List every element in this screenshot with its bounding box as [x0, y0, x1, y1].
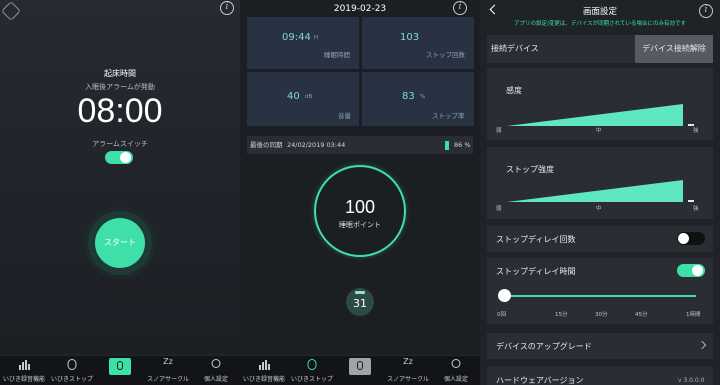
user-icon [451, 359, 461, 368]
hardware-row: ハードウェアバージョン v 3.0.0.0 [487, 366, 713, 385]
microphone-icon [349, 358, 371, 375]
nav-snore-stop[interactable]: いびきストップ [48, 356, 96, 385]
delay-time-label: ストップディレイ時間 [496, 267, 576, 276]
upgrade-label: デバイスのアップグレード [496, 342, 592, 351]
alarm-screen: i 起床時間 入眠後アラームが発動 08:00 アラームスイッチ スタート いび… [0, 0, 240, 385]
report-screen: 2019-02-23 i 09:44 H 睡眠時間 103 ストップ回数 40 … [240, 0, 480, 385]
user-icon [211, 359, 221, 368]
score-label: 睡眠ポイント [339, 221, 381, 229]
alarm-note: 入眠後アラームが発動 [85, 83, 155, 91]
settings-title: 画面設定 [582, 7, 617, 17]
start-button[interactable]: スタート [95, 218, 145, 268]
disconnect-button[interactable]: デバイス接続解除 [635, 35, 713, 63]
delay-time-toggle[interactable] [677, 264, 705, 277]
nav-settings[interactable]: 個人設定 [432, 356, 480, 385]
calendar-day-button[interactable]: 31 [346, 288, 374, 316]
info-icon[interactable]: i [220, 1, 234, 15]
calendar-day: 31 [353, 297, 367, 310]
strength-card: ストップ強度 弱 中 強 [487, 147, 713, 219]
device-icon [67, 359, 77, 370]
stat-sleep-time: 09:44 H 睡眠時間 [247, 17, 359, 69]
delay-count-toggle[interactable] [677, 232, 705, 245]
bar-chart-icon [18, 359, 30, 370]
calendar-icon [355, 291, 365, 294]
zz-icon: Zz [163, 357, 173, 366]
settings-screen: 画面設定 i アプリの設定/変更は、デバイスが同期されている場合にのみ有効です … [480, 0, 720, 385]
wake-time-label: 起床時間 [104, 69, 136, 78]
info-icon[interactable]: i [453, 1, 467, 15]
info-icon[interactable]: i [699, 4, 713, 18]
bottom-nav: いびき録音機能 いびきストップ Zz スノアサークル 個人設定 [0, 355, 240, 385]
strength-label: ストップ強度 [506, 165, 554, 174]
device-icon [307, 359, 317, 370]
nav-snore-stop[interactable]: いびきストップ [288, 356, 336, 385]
nav-recording[interactable]: いびき録音機能 [0, 356, 48, 385]
delay-time-card: ストップディレイ時間 0回 15分 30分 45分 1時間 [487, 258, 713, 324]
sync-label: 最後の同期 [250, 141, 283, 149]
nav-recording[interactable]: いびき録音機能 [240, 356, 288, 385]
bar-chart-icon [258, 359, 270, 370]
score-ring: 100 睡眠ポイント [314, 165, 406, 257]
delay-time-thumb[interactable] [498, 289, 511, 302]
hardware-version: v 3.0.0.0 [678, 377, 705, 384]
report-date: 2019-02-23 [333, 4, 387, 14]
device-label: 接続デバイス [491, 44, 539, 53]
nav-settings[interactable]: 個人設定 [192, 356, 240, 385]
score-value: 100 [344, 197, 376, 217]
sensitivity-wedge[interactable] [507, 104, 707, 126]
zz-icon: Zz [403, 357, 413, 366]
alarm-toggle[interactable] [105, 151, 133, 164]
sync-time: 24/02/2019 03:44 [287, 141, 346, 149]
stat-stop-count: 103 ストップ回数 [362, 17, 474, 69]
nav-record[interactable] [96, 356, 144, 385]
start-label: スタート [104, 238, 136, 247]
sensitivity-card: 感度 弱 中 強 [487, 68, 713, 140]
battery-level: 86 % [454, 141, 471, 149]
delay-count-label: ストップディレイ回数 [496, 235, 576, 244]
stat-stop-rate: 83 % ストップ率 [362, 72, 474, 126]
hardware-label: ハードウェアバージョン [496, 376, 584, 385]
upgrade-row[interactable]: デバイスのアップグレード [487, 333, 713, 359]
settings-note: アプリの設定/変更は、デバイスが同期されている場合にのみ有効です [513, 21, 687, 27]
alarm-time[interactable]: 08:00 [0, 92, 240, 131]
sync-bar: 最後の同期 24/02/2019 03:44 86 % [247, 136, 473, 154]
device-row: 接続デバイス デバイス接続解除 [487, 35, 713, 63]
device-icon[interactable] [1, 1, 21, 21]
nav-snore-circle[interactable]: Zz スノアサークル [384, 356, 432, 385]
bottom-nav: いびき録音機能 いびきストップ Zz スノアサークル 個人設定 [240, 355, 480, 385]
alarm-switch-label: アラームスイッチ [92, 140, 148, 148]
nav-snore-circle[interactable]: Zz スノアサークル [144, 356, 192, 385]
battery-icon [445, 141, 449, 150]
chevron-right-icon [697, 340, 707, 350]
sensitivity-label: 感度 [506, 86, 522, 95]
stat-volume: 40 dB 音量 [247, 72, 359, 126]
delay-count-row: ストップディレイ回数 [487, 226, 713, 252]
nav-record[interactable] [336, 356, 384, 385]
microphone-icon [109, 358, 131, 375]
delay-time-track[interactable] [504, 295, 696, 297]
strength-wedge[interactable] [507, 180, 707, 202]
